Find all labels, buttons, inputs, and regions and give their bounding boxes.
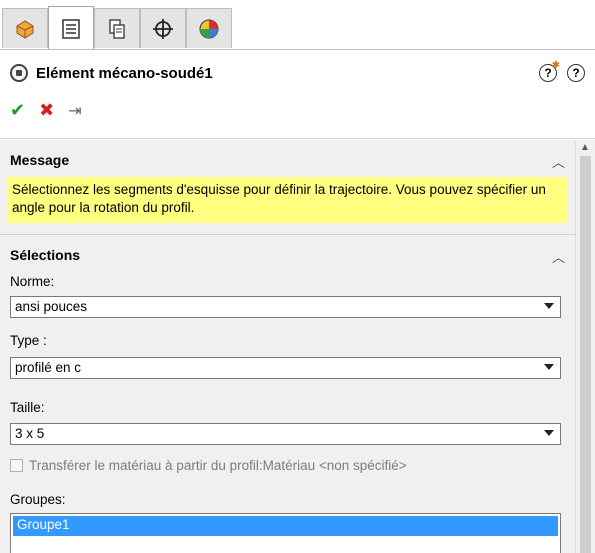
taille-value: 3 x 5 xyxy=(15,426,45,441)
norme-label: Norme: xyxy=(10,274,55,289)
feature-manager-icon xyxy=(16,19,34,39)
cancel-button[interactable]: ✖ xyxy=(39,100,54,121)
dropdown-arrow-icon xyxy=(544,303,554,309)
pin-button[interactable]: ⇥ xyxy=(68,101,81,121)
groupes-label: Groupes: xyxy=(10,492,66,507)
vertical-scrollbar[interactable]: ▲ xyxy=(575,140,595,553)
manager-tab-strip xyxy=(0,0,595,50)
message-group-header[interactable]: Message xyxy=(10,152,69,168)
display-manager-icon xyxy=(199,19,219,38)
help-icons: ? ✱ ? xyxy=(539,60,585,82)
taille-label: Taille: xyxy=(10,400,45,415)
scroll-up-icon[interactable]: ▲ xyxy=(580,142,590,153)
tab-property-manager[interactable] xyxy=(48,6,94,50)
configuration-manager-icon xyxy=(109,18,125,39)
message-text: Sélectionnez les segments d'esquisse pou… xyxy=(12,182,546,215)
weldment-icon xyxy=(10,64,28,82)
dropdown-arrow-icon xyxy=(544,364,554,370)
whats-new-icon[interactable]: ? ✱ xyxy=(539,60,560,82)
collapse-message-icon[interactable]: ︿ xyxy=(552,152,565,171)
property-manager-icon xyxy=(62,18,80,39)
tab-dimxpert-manager[interactable] xyxy=(140,8,186,48)
type-value: profilé en c xyxy=(15,360,82,375)
list-item[interactable]: Groupe1 xyxy=(13,516,558,536)
type-label: Type : xyxy=(10,333,47,348)
transfer-material-checkbox[interactable] xyxy=(10,459,23,472)
taille-select[interactable]: 3 x 5 xyxy=(10,423,561,445)
transfer-material-option: Transférer le matériau à partir du profi… xyxy=(10,458,407,473)
property-manager-header: Elément mécano-soudé1 ? ✱ ? ✔ ✖ ⇥ xyxy=(0,50,595,140)
norme-select[interactable]: ansi pouces xyxy=(10,296,561,318)
scroll-thumb[interactable] xyxy=(580,156,591,553)
tab-feature-manager[interactable] xyxy=(2,8,48,48)
property-panel-body: Message ︿ Sélectionnez les segments d'es… xyxy=(0,140,575,553)
help-icon[interactable]: ? xyxy=(567,64,585,82)
tab-configuration-manager[interactable] xyxy=(94,8,140,48)
message-box: Sélectionnez les segments d'esquisse pou… xyxy=(8,177,568,223)
groupes-list[interactable]: Groupe1 xyxy=(10,513,561,553)
collapse-selections-icon[interactable]: ︿ xyxy=(552,247,565,266)
ok-button[interactable]: ✔ xyxy=(10,100,25,121)
title-row: Elément mécano-soudé1 xyxy=(10,62,213,84)
transfer-material-label: Transférer le matériau à partir du profi… xyxy=(29,458,407,473)
selections-group-header[interactable]: Sélections xyxy=(10,247,80,263)
header-divider xyxy=(0,138,595,139)
dimxpert-icon xyxy=(153,18,173,39)
dropdown-arrow-icon xyxy=(544,430,554,436)
tab-display-manager[interactable] xyxy=(186,8,232,48)
type-select[interactable]: profilé en c xyxy=(10,357,561,379)
action-buttons: ✔ ✖ ⇥ xyxy=(10,100,82,121)
norme-value: ansi pouces xyxy=(15,299,88,314)
page-title: Elément mécano-soudé1 xyxy=(36,64,213,82)
group-divider xyxy=(0,234,575,235)
